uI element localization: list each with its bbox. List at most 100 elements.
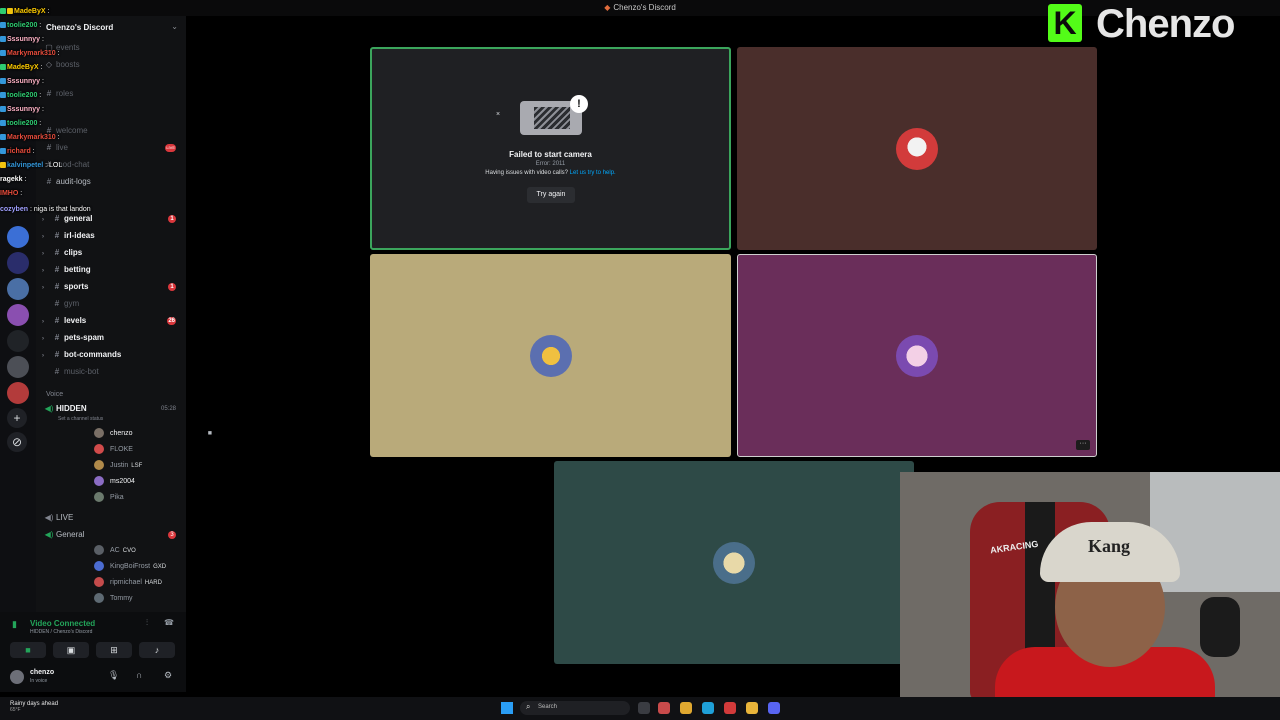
- voice-member[interactable]: ms2004: [94, 474, 218, 490]
- voice-member[interactable]: Tommy: [94, 591, 218, 607]
- server-icon[interactable]: [7, 382, 29, 404]
- edge-icon[interactable]: [702, 702, 714, 714]
- member-name: ms2004: [110, 478, 135, 485]
- disconnect-icon[interactable]: ☎: [164, 618, 174, 627]
- explore-servers-icon[interactable]: ⊘: [7, 432, 27, 452]
- badge-icon: [0, 64, 6, 71]
- server-icon[interactable]: [7, 278, 29, 300]
- voice-member[interactable]: Justin LSF: [94, 458, 218, 474]
- server-icon[interactable]: [7, 304, 29, 326]
- channel-mod-chat[interactable]: # mod-chat: [42, 157, 182, 173]
- video-tile[interactable]: [370, 254, 731, 457]
- voice-member[interactable]: FLOKE: [94, 442, 218, 458]
- activities-button[interactable]: ⊞: [96, 642, 132, 658]
- voice-member[interactable]: AC CVO: [94, 543, 218, 559]
- hash-icon: #: [54, 316, 60, 325]
- microphone-icon[interactable]: 🎙︎: [108, 670, 119, 681]
- error-code: Error: 2011: [535, 161, 566, 167]
- avatar: [94, 476, 104, 487]
- windows-start-icon[interactable]: [501, 702, 513, 714]
- channel-pets-spam[interactable]: › # pets-spam: [42, 330, 182, 346]
- chat-message: Markymark310 :: [0, 48, 60, 60]
- channel-music-bot[interactable]: # music-bot: [42, 364, 182, 380]
- file-explorer-icon[interactable]: [680, 702, 692, 714]
- voice-duration: 05:28: [160, 406, 176, 412]
- soundboard-button[interactable]: ♪: [139, 642, 175, 658]
- voice-channel-hidden[interactable]: ◀) HIDDEN 05:28: [42, 401, 182, 417]
- username[interactable]: chenzo: [30, 669, 54, 676]
- headphones-icon[interactable]: ∩: [136, 670, 142, 680]
- server-icon[interactable]: [7, 330, 29, 352]
- channel-status[interactable]: Set a channel status: [58, 416, 103, 422]
- channel-irl-ideas[interactable]: › # irl-ideas: [42, 228, 182, 244]
- channel-gym[interactable]: # gym: [42, 296, 182, 312]
- channel-label: pets-spam: [64, 333, 105, 342]
- video-tile[interactable]: [554, 461, 914, 664]
- channel-events[interactable]: ▢ events: [42, 40, 182, 56]
- member-tag: LSF: [131, 463, 143, 469]
- help-link[interactable]: Let us try to help.: [570, 170, 616, 176]
- channel-levels[interactable]: › # levels 26: [42, 313, 182, 329]
- chat-message: Sssunnyy :: [0, 104, 44, 116]
- gear-icon[interactable]: ⚙: [164, 670, 172, 681]
- task-view-icon[interactable]: [638, 702, 650, 714]
- camera-button[interactable]: ■: [10, 642, 46, 658]
- server-name[interactable]: Chenzo's Discord: [46, 23, 113, 32]
- channel-sports[interactable]: › # sports 1: [42, 279, 182, 295]
- chevron-down-icon[interactable]: ⌄: [171, 22, 178, 31]
- more-options-icon[interactable]: ···: [1076, 440, 1090, 450]
- channel-betting[interactable]: › # betting: [42, 262, 182, 278]
- avatar: [94, 492, 104, 503]
- app-icon[interactable]: [724, 702, 736, 714]
- channel-live[interactable]: # live LIVE: [42, 140, 182, 156]
- chrome-icon[interactable]: [746, 702, 758, 714]
- chat-message: MadeByX :: [0, 62, 42, 74]
- video-tile[interactable]: ···: [737, 254, 1097, 457]
- channel-label: music-bot: [64, 367, 99, 376]
- voice-location[interactable]: HIDDEN / Chenzo's Discord: [30, 629, 92, 635]
- server-icon[interactable]: [7, 226, 29, 248]
- try-again-button[interactable]: Try again: [527, 187, 575, 203]
- channel-bot-commands[interactable]: › # bot-commands: [42, 347, 182, 363]
- voice-member[interactable]: chenzo ■: [94, 426, 218, 442]
- server-icon[interactable]: [7, 356, 29, 378]
- weather-widget[interactable]: Rainy days ahead 65°F: [10, 701, 58, 713]
- member-name: chenzo: [110, 430, 133, 437]
- member-name: Justin: [110, 462, 129, 469]
- channel-audit-logs[interactable]: # audit-logs: [42, 174, 182, 190]
- voice-category-label[interactable]: Voice: [46, 391, 63, 398]
- chat-username: ragekk: [0, 176, 23, 183]
- member-name: ripmichael: [110, 579, 142, 586]
- avatar: [94, 593, 104, 604]
- search-icon: ⌕: [526, 702, 531, 711]
- chat-message: toolie200 :: [0, 90, 41, 102]
- app-icon[interactable]: [658, 702, 670, 714]
- channel-clips[interactable]: › # clips: [42, 245, 182, 261]
- discord-icon[interactable]: [768, 702, 780, 714]
- voice-channel-general[interactable]: ◀) General 3: [42, 527, 182, 543]
- badge-icon: [0, 50, 6, 57]
- voice-member[interactable]: Pika: [94, 490, 218, 506]
- chat-text: LOL: [49, 162, 63, 169]
- add-server-icon[interactable]: +: [7, 408, 27, 428]
- noise-suppression-icon[interactable]: ⫶: [146, 618, 148, 628]
- chat-username: toolie200: [7, 120, 38, 127]
- channel-welcome[interactable]: # welcome: [42, 123, 182, 139]
- avatar: [713, 541, 755, 584]
- member-tag: CVO: [122, 548, 136, 554]
- video-tile[interactable]: [737, 47, 1097, 250]
- voice-member[interactable]: KingBoiFrost GXD: [94, 559, 218, 575]
- channel-boosts[interactable]: ◇ boosts: [42, 57, 182, 73]
- hash-icon: #: [54, 367, 60, 376]
- chat-message: Markymark310 :: [0, 132, 60, 144]
- window-title-text: Chenzo's Discord: [613, 3, 676, 12]
- screen-share-button[interactable]: ▣: [53, 642, 89, 658]
- server-icon[interactable]: [7, 252, 29, 274]
- signal-icon[interactable]: ▮: [12, 619, 17, 630]
- avatar: [529, 334, 572, 377]
- voice-channel-live[interactable]: ◀) LIVE: [42, 510, 182, 526]
- taskbar-search[interactable]: ⌕ Search: [520, 701, 630, 715]
- channel-roles[interactable]: # roles: [42, 86, 182, 102]
- avatar[interactable]: [10, 670, 24, 684]
- voice-member[interactable]: ripmichael HARD: [94, 575, 218, 591]
